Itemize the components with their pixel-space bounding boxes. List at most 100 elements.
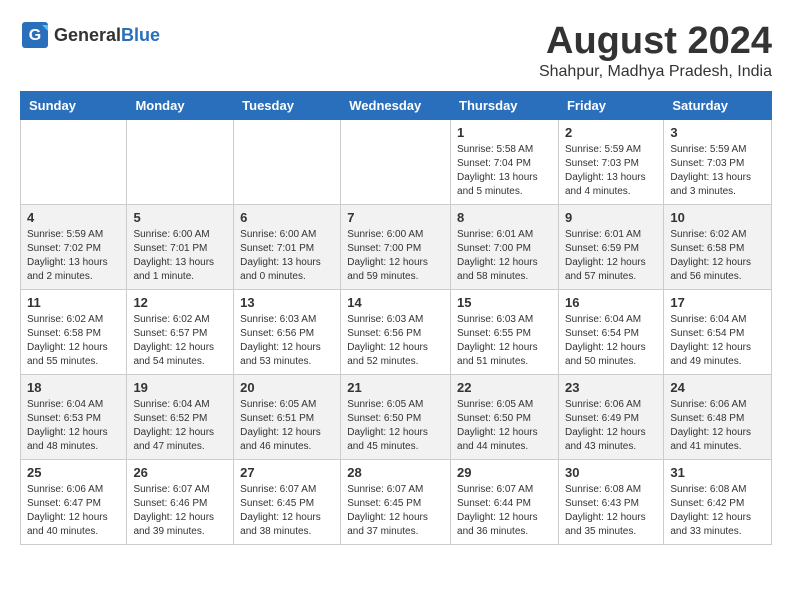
calendar-cell xyxy=(341,120,451,205)
day-info: Sunrise: 5:58 AM Sunset: 7:04 PM Dayligh… xyxy=(457,143,552,199)
header-day-sunday: Sunday xyxy=(21,92,127,120)
calendar-cell: 28Sunrise: 6:07 AM Sunset: 6:45 PM Dayli… xyxy=(341,460,451,545)
day-number: 5 xyxy=(133,210,227,225)
day-number: 21 xyxy=(347,380,444,395)
location-subtitle: Shahpur, Madhya Pradesh, India xyxy=(539,63,772,81)
day-info: Sunrise: 6:04 AM Sunset: 6:54 PM Dayligh… xyxy=(565,313,657,369)
calendar-cell: 18 Sunrise: 6:04 AM Sunset: 6:53 PM Dayli… xyxy=(21,375,127,460)
calendar-cell: 15Sunrise: 6:03 AM Sunset: 6:55 PM Dayli… xyxy=(451,290,559,375)
day-info: Sunrise: 6:06 AM Sunset: 6:49 PM Dayligh… xyxy=(565,398,657,454)
calendar-cell: 30 Sunrise: 6:08 AM Sunset: 6:43 PM Dayli… xyxy=(558,460,663,545)
calendar-cell: 27Sunrise: 6:07 AM Sunset: 6:45 PM Dayli… xyxy=(234,460,341,545)
calendar-cell: 10 Sunrise: 6:02 AM Sunset: 6:58 PM Dayli… xyxy=(664,205,772,290)
day-number: 3 xyxy=(670,125,765,140)
day-info: Sunrise: 5:59 AM Sunset: 7:03 PM Dayligh… xyxy=(565,143,657,199)
day-number: 14 xyxy=(347,295,444,310)
day-info: Sunrise: 6:06 AM Sunset: 6:48 PM Dayligh… xyxy=(670,398,765,454)
day-number: 1 xyxy=(457,125,552,140)
day-info: Sunrise: 6:03 AM Sunset: 6:56 PM Dayligh… xyxy=(347,313,444,369)
calendar-week-2: 4 Sunrise: 5:59 AM Sunset: 7:02 PM Daylig… xyxy=(21,205,772,290)
header-row: SundayMondayTuesdayWednesdayThursdayFrid… xyxy=(21,92,772,120)
day-info: Sunrise: 6:00 AM Sunset: 7:01 PM Dayligh… xyxy=(133,228,227,284)
day-number: 30 xyxy=(565,465,657,480)
calendar-cell: 16 Sunrise: 6:04 AM Sunset: 6:54 PM Dayli… xyxy=(558,290,663,375)
logo-text-blue: Blue xyxy=(121,25,160,45)
calendar-cell: 7 Sunrise: 6:00 AM Sunset: 7:00 PM Daylig… xyxy=(341,205,451,290)
calendar-cell: 1 Sunrise: 5:58 AM Sunset: 7:04 PM Daylig… xyxy=(451,120,559,205)
calendar-cell: 14 Sunrise: 6:03 AM Sunset: 6:56 PM Dayli… xyxy=(341,290,451,375)
calendar-cell: 22 Sunrise: 6:05 AM Sunset: 6:50 PM Dayli… xyxy=(451,375,559,460)
calendar-body: 1 Sunrise: 5:58 AM Sunset: 7:04 PM Daylig… xyxy=(21,120,772,545)
calendar-cell: 21 Sunrise: 6:05 AM Sunset: 6:50 PM Dayli… xyxy=(341,375,451,460)
day-info: Sunrise: 6:02 AM Sunset: 6:58 PM Dayligh… xyxy=(27,313,120,369)
day-info: Sunrise: 6:00 AM Sunset: 7:00 PM Dayligh… xyxy=(347,228,444,284)
day-info: Sunrise: 6:02 AM Sunset: 6:58 PM Dayligh… xyxy=(670,228,765,284)
day-info: Sunrise: 6:07 AM Sunset: 6:45 PM Dayligh… xyxy=(347,483,444,539)
svg-text:G: G xyxy=(29,27,41,44)
day-number: 11 xyxy=(27,295,120,310)
day-number: 7 xyxy=(347,210,444,225)
day-number: 26 xyxy=(133,465,227,480)
day-number: 8 xyxy=(457,210,552,225)
calendar-cell xyxy=(234,120,341,205)
day-info: Sunrise: 6:04 AM Sunset: 6:52 PM Dayligh… xyxy=(133,398,227,454)
day-number: 9 xyxy=(565,210,657,225)
header-day-wednesday: Wednesday xyxy=(341,92,451,120)
day-info: Sunrise: 6:07 AM Sunset: 6:45 PM Dayligh… xyxy=(240,483,334,539)
page-header: G GeneralBlue August 2024 Shahpur, Madhy… xyxy=(20,20,772,81)
day-info: Sunrise: 6:03 AM Sunset: 6:56 PM Dayligh… xyxy=(240,313,334,369)
day-info: Sunrise: 6:08 AM Sunset: 6:43 PM Dayligh… xyxy=(565,483,657,539)
day-number: 23 xyxy=(565,380,657,395)
header-day-tuesday: Tuesday xyxy=(234,92,341,120)
day-number: 20 xyxy=(240,380,334,395)
day-number: 10 xyxy=(670,210,765,225)
day-number: 17 xyxy=(670,295,765,310)
day-number: 18 xyxy=(27,380,120,395)
calendar-cell: 23 Sunrise: 6:06 AM Sunset: 6:49 PM Dayli… xyxy=(558,375,663,460)
day-info: Sunrise: 6:05 AM Sunset: 6:51 PM Dayligh… xyxy=(240,398,334,454)
day-number: 16 xyxy=(565,295,657,310)
day-number: 4 xyxy=(27,210,120,225)
logo-text-general: General xyxy=(54,25,121,45)
calendar-cell xyxy=(127,120,234,205)
calendar-cell: 11 Sunrise: 6:02 AM Sunset: 6:58 PM Dayli… xyxy=(21,290,127,375)
day-number: 15 xyxy=(457,295,552,310)
calendar-header: SundayMondayTuesdayWednesdayThursdayFrid… xyxy=(21,92,772,120)
month-year-title: August 2024 xyxy=(539,20,772,63)
calendar-cell: 3 Sunrise: 5:59 AM Sunset: 7:03 PM Daylig… xyxy=(664,120,772,205)
day-info: Sunrise: 5:59 AM Sunset: 7:02 PM Dayligh… xyxy=(27,228,120,284)
header-day-thursday: Thursday xyxy=(451,92,559,120)
day-info: Sunrise: 6:00 AM Sunset: 7:01 PM Dayligh… xyxy=(240,228,334,284)
day-info: Sunrise: 6:04 AM Sunset: 6:54 PM Dayligh… xyxy=(670,313,765,369)
calendar-cell: 8 Sunrise: 6:01 AM Sunset: 7:00 PM Daylig… xyxy=(451,205,559,290)
header-day-saturday: Saturday xyxy=(664,92,772,120)
day-info: Sunrise: 6:06 AM Sunset: 6:47 PM Dayligh… xyxy=(27,483,120,539)
day-info: Sunrise: 6:01 AM Sunset: 7:00 PM Dayligh… xyxy=(457,228,552,284)
header-day-monday: Monday xyxy=(127,92,234,120)
day-number: 25 xyxy=(27,465,120,480)
day-info: Sunrise: 6:07 AM Sunset: 6:44 PM Dayligh… xyxy=(457,483,552,539)
calendar-cell: 25 Sunrise: 6:06 AM Sunset: 6:47 PM Dayli… xyxy=(21,460,127,545)
calendar-cell: 26Sunrise: 6:07 AM Sunset: 6:46 PM Dayli… xyxy=(127,460,234,545)
calendar-cell xyxy=(21,120,127,205)
title-section: August 2024 Shahpur, Madhya Pradesh, Ind… xyxy=(539,20,772,81)
day-info: Sunrise: 6:05 AM Sunset: 6:50 PM Dayligh… xyxy=(347,398,444,454)
header-day-friday: Friday xyxy=(558,92,663,120)
calendar-cell: 31Sunrise: 6:08 AM Sunset: 6:42 PM Dayli… xyxy=(664,460,772,545)
calendar-table: SundayMondayTuesdayWednesdayThursdayFrid… xyxy=(20,91,772,545)
day-info: Sunrise: 6:02 AM Sunset: 6:57 PM Dayligh… xyxy=(133,313,227,369)
calendar-cell: 2Sunrise: 5:59 AM Sunset: 7:03 PM Daylig… xyxy=(558,120,663,205)
calendar-week-3: 11 Sunrise: 6:02 AM Sunset: 6:58 PM Dayli… xyxy=(21,290,772,375)
day-info: Sunrise: 6:05 AM Sunset: 6:50 PM Dayligh… xyxy=(457,398,552,454)
logo: G GeneralBlue xyxy=(20,20,160,50)
day-info: Sunrise: 5:59 AM Sunset: 7:03 PM Dayligh… xyxy=(670,143,765,199)
day-info: Sunrise: 6:01 AM Sunset: 6:59 PM Dayligh… xyxy=(565,228,657,284)
day-number: 24 xyxy=(670,380,765,395)
calendar-cell: 17 Sunrise: 6:04 AM Sunset: 6:54 PM Dayli… xyxy=(664,290,772,375)
day-number: 22 xyxy=(457,380,552,395)
calendar-week-5: 25 Sunrise: 6:06 AM Sunset: 6:47 PM Dayli… xyxy=(21,460,772,545)
calendar-cell: 29 Sunrise: 6:07 AM Sunset: 6:44 PM Dayli… xyxy=(451,460,559,545)
day-number: 31 xyxy=(670,465,765,480)
day-info: Sunrise: 6:04 AM Sunset: 6:53 PM Dayligh… xyxy=(27,398,120,454)
day-number: 29 xyxy=(457,465,552,480)
